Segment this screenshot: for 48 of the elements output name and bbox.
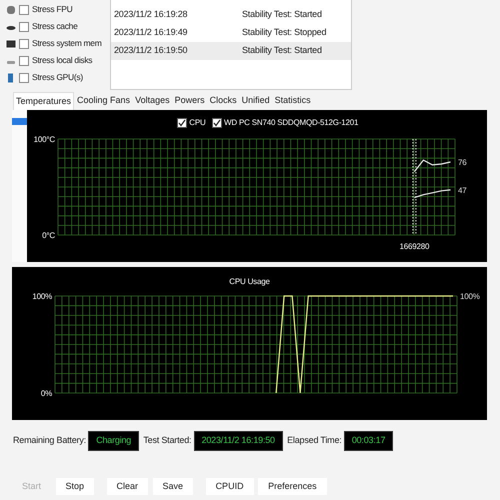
toolbar-button[interactable]: CPUID [206, 478, 254, 495]
option-label: Stress cache [32, 20, 78, 33]
tab[interactable]: Unified [240, 92, 272, 110]
axis-label: 100°C [34, 135, 55, 144]
value-label: 76 [458, 158, 466, 168]
legend-label: CPU [189, 117, 206, 129]
value-label: 100% [460, 292, 480, 301]
legend-label: WD PC SN740 SDDQMQD-512G-1201 [224, 117, 358, 129]
option-label: Stress local disks [32, 54, 92, 67]
log-row[interactable]: 2023/11/2 16:19:50 Stability Test: Started [111, 42, 351, 60]
tab[interactable]: Clocks [208, 92, 239, 110]
toolbar-button[interactable]: Preferences [258, 478, 327, 495]
monitor-icon [6, 38, 16, 48]
tab[interactable]: Statistics [272, 92, 313, 110]
card-icon [6, 72, 16, 82]
log-row[interactable]: 2023/11/2 16:19:49 Stability Test: Stopped [111, 24, 351, 42]
annotation-label: 1669280 [400, 242, 430, 251]
option-label: Stress system mem [32, 37, 102, 50]
value-label: 47 [458, 186, 466, 195]
axis-label: 0°C [42, 231, 55, 240]
selection-bar [12, 118, 27, 125]
axis-label: 100% [32, 292, 52, 301]
log-row[interactable]: 2023/11/2 16:19:28 Stability Test: Started [111, 6, 351, 24]
tab[interactable]: Temperatures [13, 92, 74, 110]
status-value: 2023/11/2 16:19:50 [194, 431, 283, 451]
checkbox[interactable] [177, 118, 187, 128]
toolbar-button[interactable]: Stop [56, 478, 94, 495]
checkbox[interactable] [19, 72, 29, 82]
tab[interactable]: Powers [172, 92, 207, 110]
chip-icon [6, 4, 16, 14]
option-label: Stress GPU(s) [32, 71, 83, 84]
tab[interactable]: Cooling Fans [75, 92, 132, 110]
checkbox[interactable] [19, 56, 29, 66]
checkbox[interactable] [212, 118, 222, 128]
chart-title: CPU Usage [228, 276, 271, 288]
status-value: Charging [88, 431, 140, 451]
status-label: Test Started: [143, 434, 192, 448]
checkbox[interactable] [19, 4, 29, 14]
tab[interactable]: Voltages [133, 92, 172, 110]
status-value: 00:03:17 [344, 431, 394, 451]
axis-label: 0% [40, 389, 52, 398]
status-label: Remaining Battery: [13, 434, 86, 448]
toolbar-button[interactable]: Save [152, 478, 194, 495]
option-label: Stress FPU [32, 3, 72, 16]
checkbox[interactable] [19, 38, 29, 48]
status-label: Elapsed Time: [287, 434, 342, 448]
toolbar-button[interactable]: Clear [106, 478, 148, 495]
checkbox[interactable] [19, 22, 29, 32]
